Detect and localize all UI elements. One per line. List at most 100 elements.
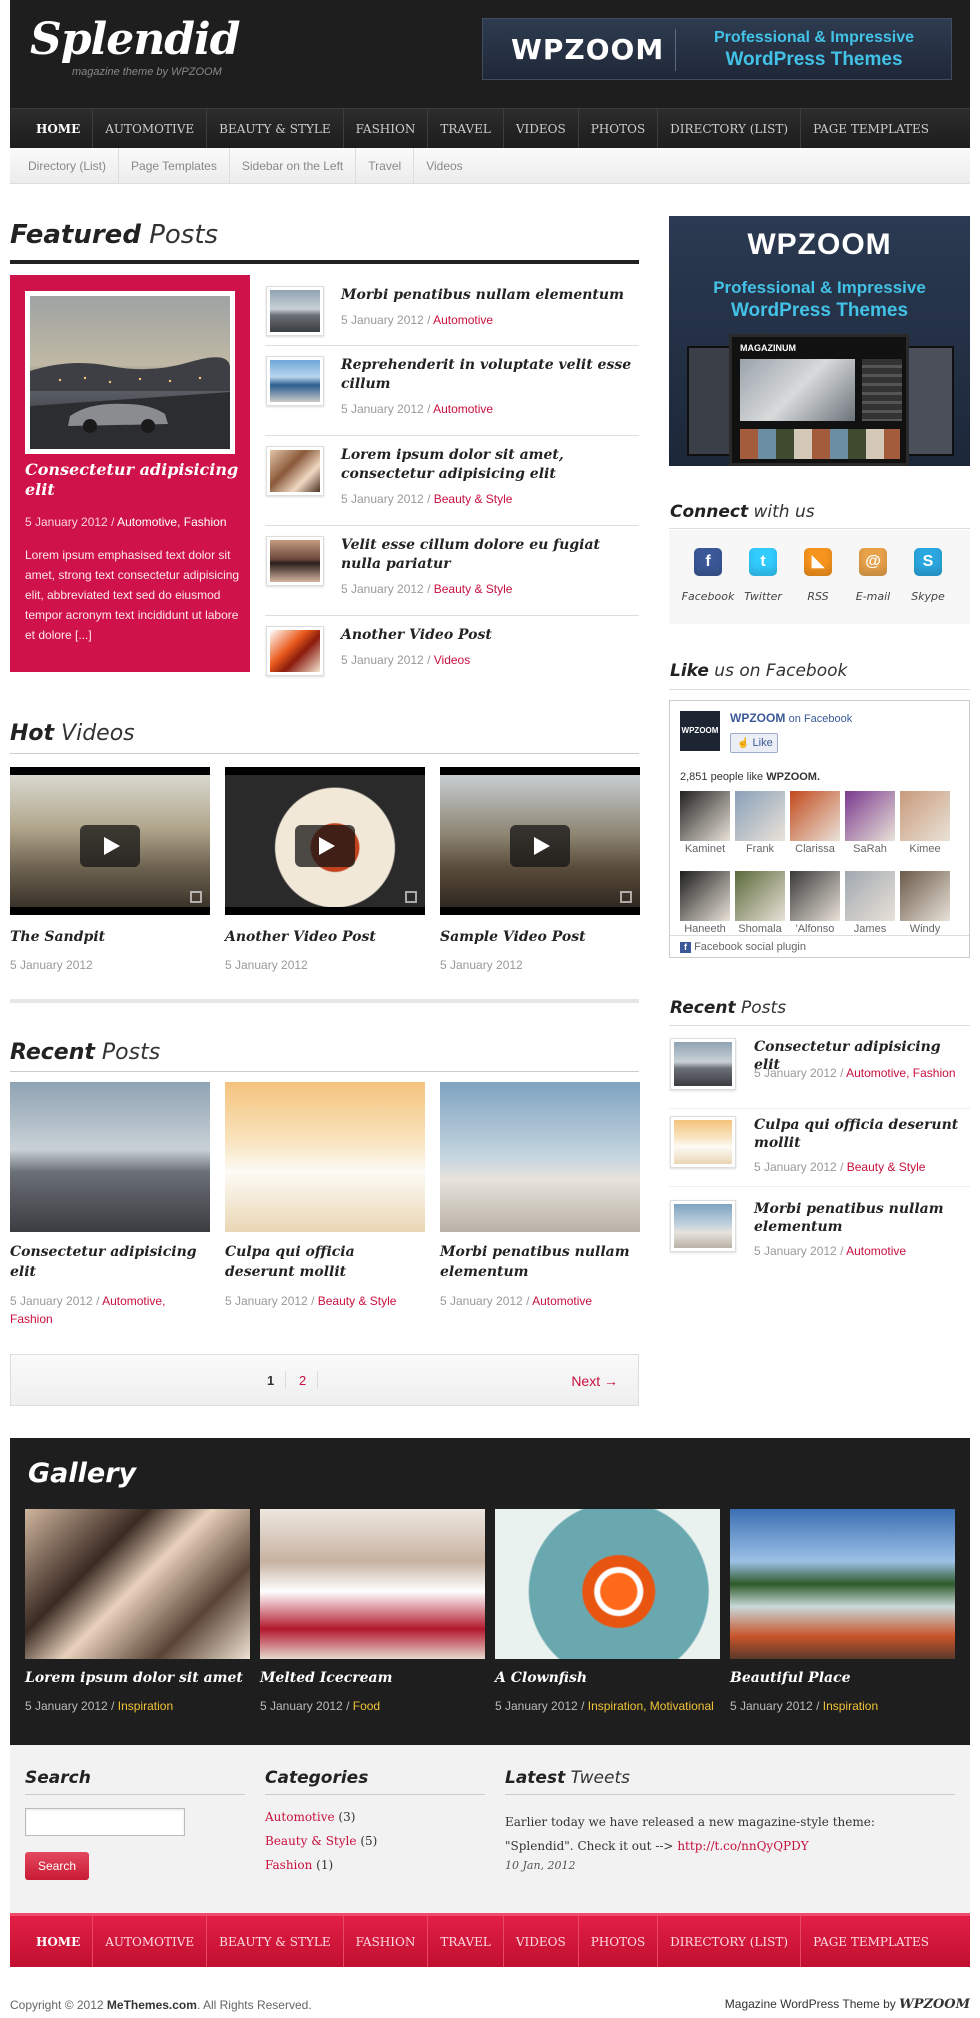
video-title[interactable]: The Sandpit (10, 929, 105, 945)
recent-post-image[interactable] (440, 1082, 640, 1232)
facebook-page-title[interactable]: WPZOOM (730, 711, 785, 725)
facebook-icon[interactable]: f (694, 548, 722, 576)
facebook-page-avatar[interactable]: WPZOOM (680, 711, 720, 751)
footer-nav-fashion[interactable]: FASHION (344, 1916, 429, 1967)
sidebar-recent-title[interactable]: Morbi penatibus nullam elementum (754, 1200, 968, 1236)
header-banner[interactable]: WPZOOM Professional & Impressive WordPre… (482, 18, 952, 80)
social-label[interactable]: Skype (900, 590, 956, 603)
nav-travel[interactable]: TRAVEL (428, 109, 504, 149)
featured-thumb[interactable] (266, 446, 324, 496)
footer-nav-photos[interactable]: PHOTOS (579, 1916, 659, 1967)
featured-post-title[interactable]: Velit esse cillum dolore eu fugiat nulla… (341, 536, 637, 574)
facebook-fan[interactable]: Windy (900, 871, 950, 941)
sidebar-recent-thumb[interactable] (670, 1200, 736, 1252)
recent-post-title[interactable]: Culpa qui officia deserunt mollit (225, 1242, 425, 1282)
featured-post-category[interactable]: Automotive (433, 313, 493, 327)
featured-main-cat1[interactable]: Automotive (117, 515, 177, 529)
footer-nav-travel[interactable]: TRAVEL (428, 1916, 504, 1967)
nav-directory-list[interactable]: DIRECTORY (LIST) (658, 109, 802, 149)
social-label[interactable]: Twitter (735, 590, 791, 603)
gallery-category[interactable]: Inspiration (118, 1699, 173, 1713)
gallery-title[interactable]: Lorem ipsum dolor sit amet (25, 1670, 243, 1686)
recent-post-image[interactable] (10, 1082, 210, 1232)
facebook-fan[interactable]: 'Alfonso (790, 871, 840, 941)
theme-credit-brand[interactable]: WPZOOM (899, 1997, 970, 2012)
recent-post-category-2[interactable]: Fashion (10, 1312, 53, 1326)
sidebar-recent-thumb[interactable] (670, 1038, 736, 1090)
featured-post-category[interactable]: Beauty & Style (434, 492, 513, 506)
facebook-fan[interactable]: Kaminet (680, 791, 730, 861)
sidebar-recent-category[interactable]: Beauty & Style (847, 1160, 926, 1174)
nav-photos[interactable]: PHOTOS (579, 109, 659, 149)
search-button[interactable]: Search (25, 1852, 89, 1880)
facebook-fan[interactable]: Clarissa (790, 791, 840, 861)
featured-post-title[interactable]: Another Video Post (341, 626, 637, 645)
recent-post-image[interactable] (225, 1082, 425, 1232)
rss-icon[interactable]: ◣ (804, 548, 832, 576)
fullscreen-icon[interactable] (405, 891, 417, 903)
social-label[interactable]: E-mail (845, 590, 901, 603)
footer-nav-beauty-style[interactable]: BEAUTY & STYLE (207, 1916, 344, 1967)
page-2[interactable]: 2 (299, 1373, 306, 1388)
featured-main-cat2[interactable]: Fashion (184, 515, 227, 529)
gallery-image[interactable] (25, 1509, 250, 1659)
nav-videos[interactable]: VIDEOS (504, 109, 579, 149)
twitter-icon[interactable]: t (749, 548, 777, 576)
nav-home[interactable]: HOME (24, 109, 94, 149)
featured-post-category[interactable]: Videos (434, 653, 470, 667)
nav-fashion[interactable]: FASHION (344, 109, 429, 149)
recent-post-category[interactable]: Automotive, (102, 1294, 165, 1308)
facebook-fan[interactable]: Shomala (735, 871, 785, 941)
gallery-category[interactable]: Inspiration, Motivational (588, 1699, 714, 1713)
search-input[interactable] (25, 1808, 185, 1836)
tweet-link[interactable]: http://t.co/nnQyQPDY (677, 1839, 808, 1853)
fullscreen-icon[interactable] (190, 891, 202, 903)
nav-page-templates[interactable]: PAGE TEMPLATES (801, 109, 941, 149)
gallery-category[interactable]: Food (353, 1699, 380, 1713)
gallery-category[interactable]: Inspiration (823, 1699, 878, 1713)
featured-post-category[interactable]: Beauty & Style (434, 582, 513, 596)
video-title[interactable]: Sample Video Post (440, 929, 586, 945)
social-label[interactable]: RSS (790, 590, 846, 603)
footer-nav-page-templates[interactable]: PAGE TEMPLATES (801, 1916, 941, 1967)
video-thumbnail[interactable] (225, 767, 425, 915)
subnav-directory-list[interactable]: Directory (List) (16, 148, 120, 184)
category-link[interactable]: Automotive (265, 1810, 335, 1824)
play-icon[interactable] (510, 825, 570, 867)
facebook-fan[interactable]: SaRah (845, 791, 895, 861)
footer-nav-home[interactable]: HOME (24, 1916, 94, 1967)
subnav-videos[interactable]: Videos (414, 148, 474, 184)
subnav-page-templates[interactable]: Page Templates (119, 148, 230, 184)
video-title[interactable]: Another Video Post (225, 929, 376, 945)
next-page-link[interactable]: Next → (571, 1373, 618, 1389)
gallery-title[interactable]: A Clownfish (495, 1670, 587, 1686)
recent-post-title[interactable]: Consectetur adipisicing elit (10, 1242, 210, 1282)
featured-main-title[interactable]: Consectetur adipisicing elit (25, 460, 240, 500)
gallery-image[interactable] (260, 1509, 485, 1659)
sidebar-recent-category-2[interactable]: Fashion (913, 1066, 956, 1080)
gallery-image[interactable] (495, 1509, 720, 1659)
fullscreen-icon[interactable] (620, 891, 632, 903)
category-link[interactable]: Fashion (265, 1858, 312, 1872)
recent-post-category[interactable]: Beauty & Style (318, 1294, 397, 1308)
site-logo[interactable]: Splendid (30, 14, 240, 65)
footer-nav-videos[interactable]: VIDEOS (504, 1916, 579, 1967)
play-icon[interactable] (80, 825, 140, 867)
facebook-fan[interactable]: Kimee (900, 791, 950, 861)
nav-automotive[interactable]: AUTOMOTIVE (93, 109, 208, 149)
gallery-title[interactable]: Beautiful Place (730, 1670, 851, 1686)
skype-icon[interactable]: S (914, 548, 942, 576)
play-icon[interactable] (295, 825, 355, 867)
footer-nav-directory-list[interactable]: DIRECTORY (LIST) (658, 1916, 802, 1967)
sidebar-ad[interactable]: WPZOOM Professional & Impressive WordPre… (669, 216, 970, 466)
facebook-fan[interactable]: Frank (735, 791, 785, 861)
subnav-sidebar-on-the-left[interactable]: Sidebar on the Left (230, 148, 357, 184)
gallery-title[interactable]: Melted Icecream (260, 1670, 392, 1686)
featured-thumb[interactable] (266, 356, 324, 406)
facebook-plugin-label[interactable]: Facebook social plugin (694, 941, 806, 953)
gallery-image[interactable] (730, 1509, 955, 1659)
subnav-travel[interactable]: Travel (356, 148, 415, 184)
facebook-like-button[interactable]: ☝ Like (730, 733, 778, 753)
page-1[interactable]: 1 (267, 1373, 274, 1388)
featured-thumb[interactable] (266, 626, 324, 676)
